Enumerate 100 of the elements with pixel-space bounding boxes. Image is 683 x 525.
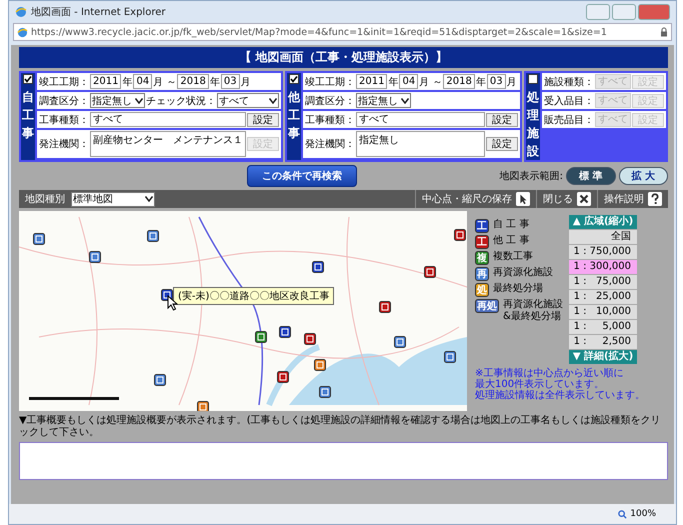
cursor-icon (167, 295, 178, 311)
dropdown[interactable]: すべて (217, 93, 279, 108)
legend-label: 他 工 事 (493, 235, 530, 247)
map-marker-icon[interactable] (277, 371, 289, 383)
scale-option[interactable]: 1 : 300,000 (569, 260, 637, 274)
checkbox[interactable] (528, 74, 538, 84)
field-label: 発注機関： (39, 138, 89, 151)
scale-option[interactable]: 1 : 2,500 (569, 335, 637, 349)
map-tooltip: (実-未)〇〇道路〇〇地区改良工事 (173, 287, 334, 305)
help-icon (648, 192, 662, 206)
zoom-icon (618, 510, 628, 518)
set-button[interactable]: 設定 (486, 137, 518, 151)
field-label: 調査区分： (39, 94, 89, 108)
input-field[interactable]: 副産物センター メンテナンス１ (90, 131, 246, 157)
legend-label: 複数工事 (493, 251, 533, 263)
address-bar[interactable]: https://www3.recycle.jacic.or.jp/fk_web/servlet/Map?mode=4&func=1&init=1&reqid=51&disptarget=2&scale=1&size=1 (13, 23, 672, 41)
caret-icon (401, 98, 409, 104)
field-label: チェック状況： (146, 94, 216, 108)
scale-option[interactable]: 1 : 10,000 (569, 305, 637, 319)
input-field[interactable]: 03 (220, 74, 240, 89)
field-label: 年 (122, 76, 132, 88)
caret-icon (135, 98, 143, 104)
input-field[interactable]: 2018 (177, 74, 209, 89)
map-marker-icon[interactable] (319, 386, 331, 398)
panel-label: 他工事 (288, 89, 300, 142)
legend-symbol: 再 (475, 267, 489, 281)
field-label: 工事種類： (305, 114, 355, 126)
info-note: 処理施設情報は全件表示しています。 (475, 390, 646, 401)
legend-label: 最終処分場 (493, 283, 543, 295)
map-marker-icon[interactable] (147, 230, 159, 242)
map-marker-icon[interactable] (424, 266, 436, 278)
toolbar-button[interactable]: 閉じる (536, 190, 597, 208)
input-field[interactable]: 03 (486, 74, 506, 89)
map-placeholder[interactable]: (実-未)〇〇道路〇〇地区改良工事 (19, 211, 467, 411)
summary-label: ▼工事概要もしくは処理施設概要が表示されます。(工事もしくは処理施設の詳細情報を確認する場合は地図上の工事名もしくは施設種類をクリックして下さい。 (19, 415, 662, 439)
toolbar-button[interactable]: 中心点・縮尺の保存 (415, 190, 536, 208)
map-marker-icon[interactable] (197, 401, 209, 411)
map-marker-icon[interactable] (33, 233, 45, 245)
map-marker-icon[interactable] (312, 261, 324, 273)
legend-symbol: 再処 (475, 299, 499, 313)
window-title: 地図画面 - Internet Explorer (31, 6, 166, 19)
legend-label: 再資源化施設 &最終処分場 (503, 299, 563, 323)
checkbox[interactable] (23, 74, 33, 84)
info-note: ※工事情報は中心点から近い順に (475, 368, 624, 379)
cursor-icon (516, 192, 530, 206)
legend-label: 再資源化施設 (493, 267, 553, 279)
field-label: 受入品目： (544, 94, 594, 108)
scale-option[interactable]: 全国 (569, 230, 637, 244)
input-field[interactable]: 2018 (443, 74, 475, 89)
input-field[interactable]: 04 (399, 74, 418, 89)
search-button[interactable]: この条件で再検索 (247, 165, 357, 187)
scale-option[interactable]: 1 : 75,000 (569, 275, 637, 289)
map-marker-icon[interactable] (154, 374, 166, 386)
range-button[interactable]: 拡 大 (618, 167, 668, 185)
map-marker-icon[interactable] (279, 326, 291, 338)
info-note: 最大100件表示しています。 (475, 379, 606, 390)
map-marker-icon[interactable] (314, 359, 326, 371)
map-marker-icon[interactable] (255, 331, 267, 343)
field-label: 調査区分： (305, 94, 355, 108)
toolbar-button[interactable]: 操作説明 (597, 190, 668, 208)
map-type-label: 地図種別 (24, 192, 66, 206)
zoom-level[interactable]: 100% (630, 509, 656, 519)
zoom-out-button[interactable]: ▲ 広域(縮小) (569, 215, 637, 229)
dropdown[interactable]: 指定無し (356, 93, 411, 108)
field-label: 月 ～ (153, 76, 176, 88)
input-field[interactable]: 2011 (356, 74, 388, 89)
field-label: 施設種類： (544, 76, 594, 88)
input-field[interactable]: 04 (133, 74, 152, 89)
field-label: 月 (506, 76, 517, 88)
input-field[interactable]: すべて (356, 112, 485, 127)
legend-label: 自 工 事 (493, 219, 530, 231)
input-field[interactable]: すべて (90, 112, 246, 127)
map-marker-icon[interactable] (444, 351, 456, 363)
map-marker-icon[interactable] (394, 336, 406, 348)
map-type-dropdown[interactable]: 標準地図 (71, 192, 155, 206)
lock-icon (660, 27, 668, 37)
zoom-in-button[interactable]: ▼ 詳細(拡大) (569, 350, 637, 364)
caret-icon (145, 196, 153, 202)
page-header: 【 地図画面（工事・処理施設表示）】 (19, 47, 668, 68)
field-label: 竣工工期： (305, 76, 355, 88)
checkbox[interactable] (289, 74, 299, 84)
set-button[interactable]: 設定 (247, 112, 279, 126)
legend-symbol: 工 (475, 219, 489, 233)
field-label: 月 (240, 76, 251, 88)
map-marker-icon[interactable] (89, 251, 101, 263)
scale-option[interactable]: 1 : 5,000 (569, 320, 637, 334)
map-marker-icon[interactable] (304, 333, 316, 345)
field-label: 年 (476, 76, 486, 88)
scale-option[interactable]: 1 : 750,000 (569, 245, 637, 259)
dropdown[interactable]: 指定無し (90, 93, 145, 108)
browser-icon (15, 6, 27, 18)
scale-option[interactable]: 1 : 25,000 (569, 290, 637, 304)
range-button[interactable]: 標 準 (566, 167, 616, 185)
field-label: 年 (388, 76, 398, 88)
map-marker-icon[interactable] (379, 301, 391, 313)
input-field[interactable]: 指定無し (356, 131, 485, 157)
field-label: 工事種類： (39, 114, 89, 126)
input-field[interactable]: 2011 (90, 74, 122, 89)
set-button[interactable]: 設定 (486, 112, 518, 126)
map-marker-icon[interactable] (454, 229, 466, 241)
